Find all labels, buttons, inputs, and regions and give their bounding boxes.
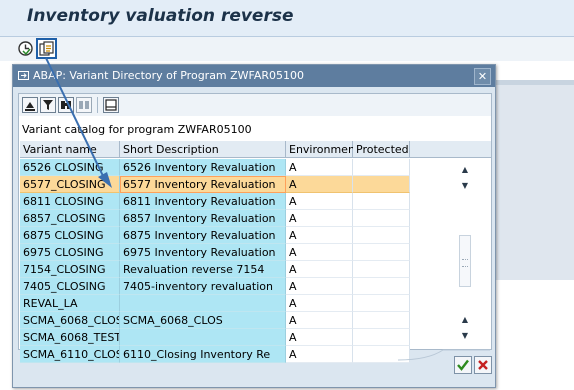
short-description-cell[interactable]: Revaluation reverse 7154 xyxy=(120,261,286,278)
protected-cell[interactable] xyxy=(353,312,410,329)
short-description-cell[interactable]: 6875 Inventory Revaluation xyxy=(120,227,286,244)
short-description-cell[interactable]: 6526 Inventory Revaluation xyxy=(120,159,286,176)
table-row[interactable]: 6975 CLOSING 6975 Inventory Revaluation A xyxy=(20,244,410,261)
environment-cell[interactable]: A xyxy=(286,329,353,346)
toolbar-separator xyxy=(97,97,98,113)
environment-cell[interactable]: A xyxy=(286,244,353,261)
variant-name-cell[interactable]: 6526 CLOSING xyxy=(20,159,120,176)
variant-name-cell[interactable]: 6875 CLOSING xyxy=(20,227,120,244)
get-variant-button[interactable] xyxy=(36,38,57,59)
environment-cell[interactable]: A xyxy=(286,227,353,244)
sort-ascending-icon[interactable] xyxy=(22,97,38,113)
short-description-cell[interactable]: 6811 Inventory Revaluation xyxy=(120,193,286,210)
table-row[interactable]: SCMA_6068_CLOS SCMA_6068_CLOS A xyxy=(20,312,410,329)
protected-cell[interactable] xyxy=(353,278,410,295)
column-header-short-description[interactable]: Short Description xyxy=(120,141,286,158)
variant-name-cell[interactable]: REVAL_LA xyxy=(20,295,120,312)
variant-name-cell[interactable]: SCMA_6068_TEST xyxy=(20,329,120,346)
vertical-scrollbar[interactable]: ▲ ▼ ▲ ▼ xyxy=(457,159,473,341)
protected-cell[interactable] xyxy=(353,210,410,227)
variant-name-cell[interactable]: 6975 CLOSING xyxy=(20,244,120,261)
app-title-bar: Inventory valuation reverse xyxy=(0,0,574,37)
scrollbar-thumb[interactable] xyxy=(459,235,471,287)
variant-directory-dialog: ABAP: Variant Directory of Program ZWFAR… xyxy=(12,64,496,388)
variant-name-cell[interactable]: 7405_CLOSING xyxy=(20,278,120,295)
environment-cell[interactable]: A xyxy=(286,193,353,210)
app-toolbar xyxy=(0,37,574,61)
protected-cell[interactable] xyxy=(353,244,410,261)
column-header-environment[interactable]: Environment xyxy=(286,141,359,158)
short-description-cell[interactable]: 6975 Inventory Revaluation xyxy=(120,244,286,261)
table-row[interactable]: SCMA_6068_TEST A xyxy=(20,329,410,346)
background-panel-header xyxy=(495,80,574,85)
table-row[interactable]: 6875 CLOSING 6875 Inventory Revaluation A xyxy=(20,227,410,244)
table-row[interactable]: 7154_CLOSING Revaluation reverse 7154 A xyxy=(20,261,410,278)
dialog-body: Variant catalog for program ZWFAR05100 V… xyxy=(18,93,492,363)
short-description-cell[interactable]: SCMA_6068_CLOS xyxy=(120,312,286,329)
dialog-window-icon xyxy=(18,71,29,80)
column-header-protected[interactable]: Protected xyxy=(353,141,410,158)
short-description-cell[interactable] xyxy=(120,295,286,312)
cancel-button[interactable] xyxy=(474,356,492,374)
variant-name-cell[interactable]: 6577_CLOSING xyxy=(20,176,120,193)
table-row[interactable]: 6577_CLOSING 6577 Inventory Revaluation A xyxy=(20,176,410,193)
dialog-toolbar xyxy=(19,94,491,116)
protected-cell[interactable] xyxy=(353,227,410,244)
scroll-page-up-icon[interactable]: ▲ xyxy=(457,313,473,327)
scroll-down-icon[interactable]: ▼ xyxy=(457,179,473,193)
protected-cell[interactable] xyxy=(353,295,410,312)
environment-cell[interactable]: A xyxy=(286,278,353,295)
protected-cell[interactable] xyxy=(353,193,410,210)
execute-clock-icon[interactable] xyxy=(17,40,34,57)
protected-cell[interactable] xyxy=(353,159,410,176)
environment-cell[interactable]: A xyxy=(286,176,353,193)
details-icon[interactable] xyxy=(103,97,119,113)
background-panel xyxy=(495,80,574,280)
find-next-icon[interactable] xyxy=(76,97,92,113)
cancel-x-icon xyxy=(478,360,488,370)
environment-cell[interactable]: A xyxy=(286,159,353,176)
page-title: Inventory valuation reverse xyxy=(27,6,294,26)
short-description-cell[interactable] xyxy=(120,329,286,346)
environment-cell[interactable]: A xyxy=(286,312,353,329)
dialog-footer xyxy=(18,349,492,382)
checkmark-icon xyxy=(457,359,469,371)
environment-cell[interactable]: A xyxy=(286,295,353,312)
dialog-title: ABAP: Variant Directory of Program ZWFAR… xyxy=(33,69,305,82)
dialog-title-bar[interactable]: ABAP: Variant Directory of Program ZWFAR… xyxy=(13,65,495,87)
short-description-cell[interactable]: 6577 Inventory Revaluation xyxy=(120,176,286,193)
find-icon[interactable] xyxy=(58,97,74,113)
column-header-variant-name[interactable]: Variant name xyxy=(20,141,120,158)
table-row[interactable]: 6811 CLOSING 6811 Inventory Revaluation A xyxy=(20,193,410,210)
environment-cell[interactable]: A xyxy=(286,261,353,278)
variant-name-cell[interactable]: 6857_CLOSING xyxy=(20,210,120,227)
filter-icon[interactable] xyxy=(40,97,56,113)
scroll-up-icon[interactable]: ▲ xyxy=(457,163,473,177)
table-row[interactable]: 6857_CLOSING 6857 Inventory Revaluation A xyxy=(20,210,410,227)
column-header-spacer xyxy=(410,141,491,158)
table-row[interactable]: REVAL_LA A xyxy=(20,295,410,312)
variant-name-cell[interactable]: 7154_CLOSING xyxy=(20,261,120,278)
table-row[interactable]: 7405_CLOSING 7405-inventory revaluation A xyxy=(20,278,410,295)
close-icon[interactable]: ✕ xyxy=(474,68,491,85)
scroll-page-down-icon[interactable]: ▼ xyxy=(457,329,473,343)
variant-name-cell[interactable]: SCMA_6068_CLOS xyxy=(20,312,120,329)
environment-cell[interactable]: A xyxy=(286,210,353,227)
short-description-cell[interactable]: 6857 Inventory Revaluation xyxy=(120,210,286,227)
table-row[interactable]: 6526 CLOSING 6526 Inventory Revaluation A xyxy=(20,159,410,176)
confirm-button[interactable] xyxy=(454,356,472,374)
protected-cell[interactable] xyxy=(353,261,410,278)
protected-cell[interactable] xyxy=(353,329,410,346)
variant-catalog-label: Variant catalog for program ZWFAR05100 xyxy=(22,123,252,136)
protected-cell[interactable] xyxy=(353,176,410,193)
variant-name-cell[interactable]: 6811 CLOSING xyxy=(20,193,120,210)
get-variant-icon xyxy=(39,41,54,56)
scrollbar-grip-icon xyxy=(462,259,468,267)
short-description-cell[interactable]: 7405-inventory revaluation xyxy=(120,278,286,295)
